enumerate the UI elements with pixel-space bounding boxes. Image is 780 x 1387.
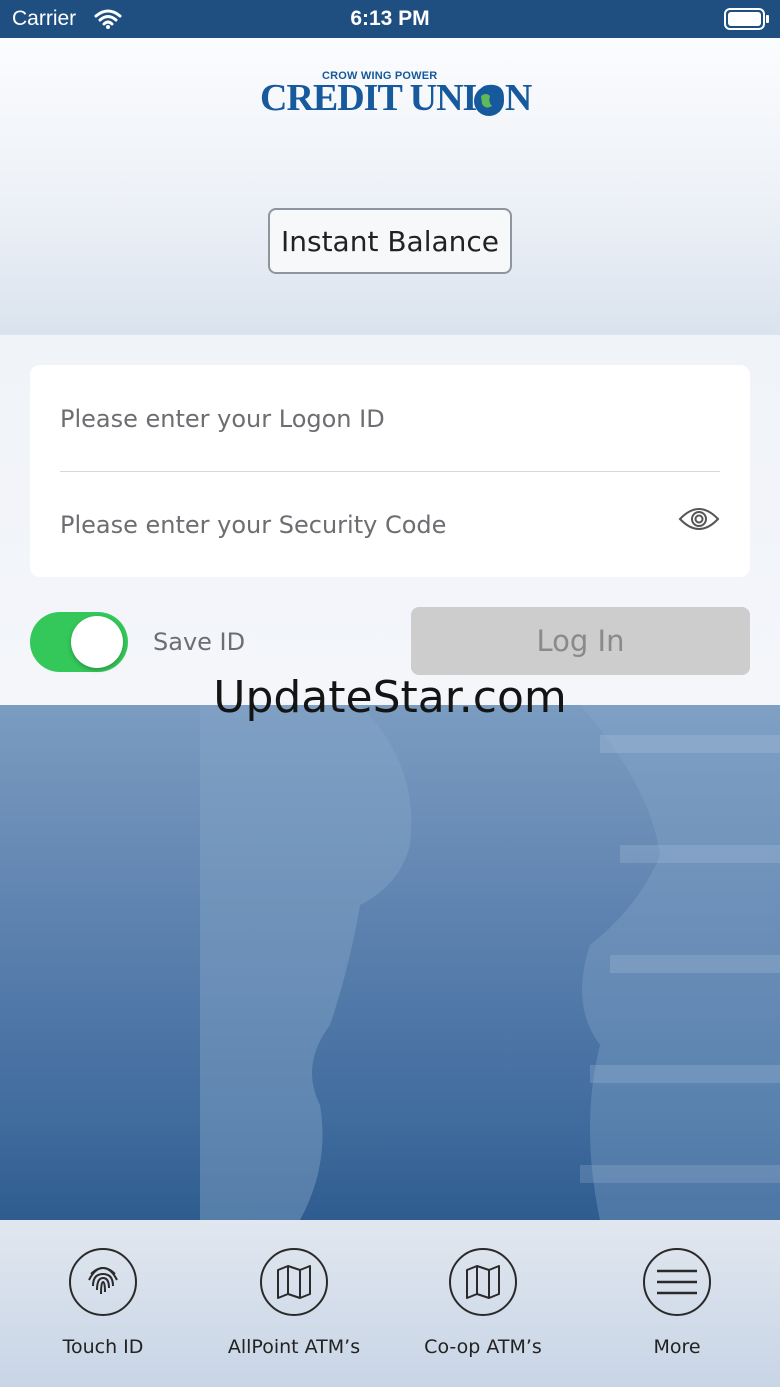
instant-balance-button[interactable]: Instant Balance xyxy=(268,208,512,274)
save-id-label: Save ID xyxy=(153,628,246,656)
menu-icon xyxy=(643,1248,711,1316)
fingerprint-icon xyxy=(69,1248,137,1316)
toggle-knob xyxy=(71,616,123,668)
login-area: Please enter your Logon ID Please enter … xyxy=(0,335,780,705)
toolbar-item-touch-id[interactable]: Touch ID xyxy=(8,1248,198,1358)
globe-icon xyxy=(472,84,506,123)
toolbar-label-touch-id: Touch ID xyxy=(62,1336,144,1358)
watermark-text: UpdateStar.com xyxy=(213,672,567,723)
map-icon xyxy=(449,1248,517,1316)
show-password-eye-icon[interactable] xyxy=(678,505,720,538)
background-image xyxy=(0,705,780,1220)
header: CROW WING POWER CREDIT UNION Instant Bal… xyxy=(0,38,780,335)
battery-icon xyxy=(724,8,770,35)
logon-id-input[interactable]: Please enter your Logon ID xyxy=(60,405,385,433)
toolbar-label-coop-atms: Co-op ATM’s xyxy=(424,1336,542,1358)
bottom-toolbar: Touch ID AllPoint ATM’s Co-op ATM’s More xyxy=(0,1220,780,1387)
toolbar-item-more[interactable]: More xyxy=(582,1248,772,1358)
login-form: Please enter your Logon ID Please enter … xyxy=(30,365,750,577)
toolbar-label-more: More xyxy=(653,1336,701,1358)
toolbar-item-allpoint-atms[interactable]: AllPoint ATM’s xyxy=(199,1248,389,1358)
toolbar-label-allpoint-atms: AllPoint ATM’s xyxy=(227,1336,361,1358)
status-bar: Carrier 6:13 PM xyxy=(0,0,780,38)
map-icon xyxy=(260,1248,328,1316)
credit-union-logo: CROW WING POWER CREDIT UNION xyxy=(260,68,532,119)
field-divider xyxy=(60,471,720,472)
save-id-toggle[interactable] xyxy=(30,612,128,672)
toolbar-item-coop-atms[interactable]: Co-op ATM’s xyxy=(388,1248,578,1358)
security-code-input[interactable]: Please enter your Security Code xyxy=(60,511,446,539)
log-in-button[interactable]: Log In xyxy=(411,607,750,675)
status-time: 6:13 PM xyxy=(350,7,430,30)
